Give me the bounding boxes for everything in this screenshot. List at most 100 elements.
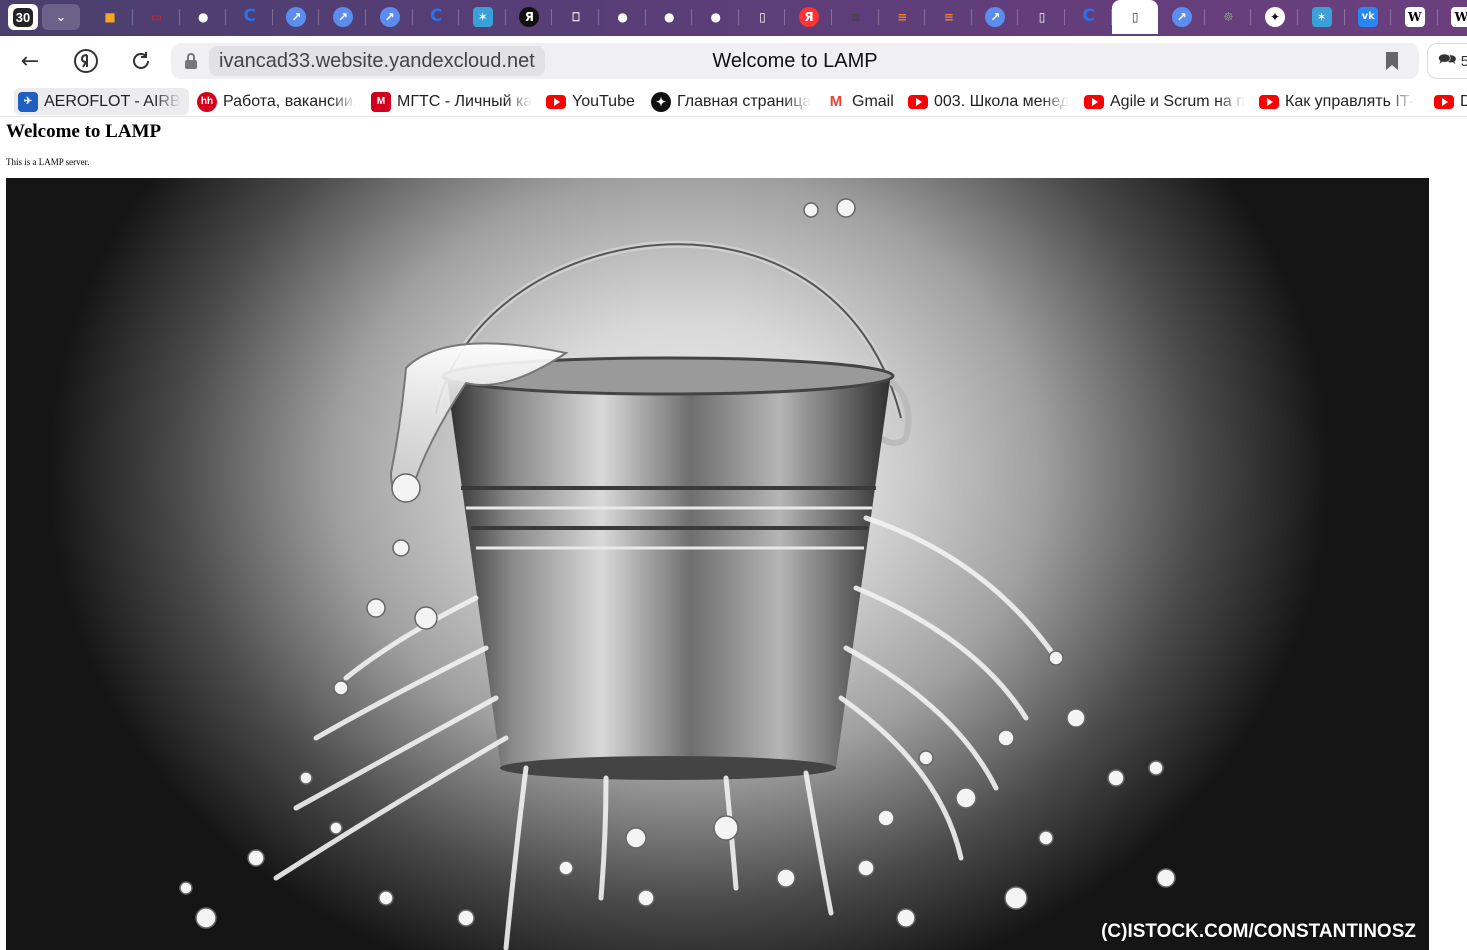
- youtube-icon: [1434, 94, 1454, 109]
- arrow-left-icon: ←: [20, 48, 40, 74]
- bookmark-item[interactable]: M Gmail: [822, 88, 898, 115]
- compass-icon: ↗: [333, 6, 353, 27]
- chevron-down-icon: ⌄: [55, 9, 67, 24]
- c-icon: C: [243, 6, 257, 26]
- browser-tab[interactable]: C: [1066, 0, 1112, 33]
- browser-tab[interactable]: ↗: [972, 0, 1019, 33]
- browser-tab[interactable]: ↗: [320, 0, 366, 33]
- vk-icon: vk: [1358, 6, 1379, 27]
- bookmark-item[interactable]: Как управлять IT-: [1255, 88, 1421, 115]
- browser-tab[interactable]: ≡: [879, 0, 926, 33]
- browser-tab[interactable]: C: [227, 0, 273, 33]
- compass-icon: ↗: [379, 6, 400, 27]
- c-icon: C: [1082, 6, 1095, 26]
- youtube-icon: [908, 94, 928, 109]
- browser-tab[interactable]: ✶: [1299, 0, 1345, 33]
- browser-tab[interactable]: ↗: [367, 0, 413, 33]
- lock-icon: [185, 53, 197, 69]
- compass-icon: ↗: [1171, 6, 1192, 27]
- comments-button[interactable]: 🗪 5: [1427, 43, 1467, 79]
- bookmark-item[interactable]: D: [1430, 88, 1467, 115]
- browser-tab[interactable]: ●: [180, 0, 227, 33]
- bookmark-item[interactable]: ✈ AEROFLOT - AIRB: [14, 88, 189, 115]
- omnibox-page-title: Welcome to LAMP: [712, 50, 878, 72]
- browser-tab[interactable]: ▯: [739, 0, 786, 33]
- browser-tab[interactable]: Я: [786, 0, 832, 33]
- browser-toolbar: ← ivancad33.website.yandexcloud.net Welc…: [0, 36, 1467, 86]
- browser-tab[interactable]: ↗: [273, 0, 320, 33]
- bookmark-label: Главная страница: [677, 92, 812, 110]
- browser-tab[interactable]: ▭: [134, 0, 180, 33]
- tab-counter-label: 30: [12, 7, 34, 27]
- leaking-bucket-image: (C)ISTOCK.COM/CONSTANTINOSZ: [6, 178, 1429, 950]
- url-text[interactable]: ivancad33.website.yandexcloud.net: [209, 46, 545, 76]
- bookmark-icon[interactable]: [1385, 51, 1399, 71]
- browser-tab[interactable]: ☸: [1205, 0, 1252, 33]
- browser-tab[interactable]: ↗: [1159, 0, 1205, 33]
- github-icon: ●: [710, 9, 722, 24]
- browser-tab[interactable]: Я: [506, 0, 553, 33]
- box-icon: ■: [104, 9, 116, 24]
- browser-tab[interactable]: ●: [646, 0, 693, 33]
- yandex-icon: Я: [799, 6, 819, 27]
- compass-icon: ↗: [985, 6, 1006, 27]
- c-icon: C: [429, 6, 443, 26]
- bookmark-item[interactable]: YouTube: [542, 88, 638, 115]
- monitor-icon: ▭: [150, 9, 163, 24]
- browser-tab[interactable]: ⎕: [553, 0, 599, 33]
- browser-tab[interactable]: C: [413, 0, 460, 33]
- comments-count: 5: [1460, 52, 1467, 70]
- page-heading: Welcome to LAMP: [6, 121, 162, 142]
- tab-counter-button[interactable]: 30: [8, 4, 38, 30]
- back-button[interactable]: ←: [14, 45, 46, 77]
- wikipedia-icon: W: [1451, 6, 1467, 27]
- yandex-home-button[interactable]: [70, 45, 102, 77]
- mgts-icon: M: [371, 91, 391, 112]
- bookmark-label: Agile и Scrum на п: [1110, 92, 1245, 110]
- youtube-icon: [1259, 94, 1279, 109]
- bookmark-label: Как управлять IT-: [1285, 92, 1415, 110]
- bookmark-item[interactable]: 003. Школа менед: [904, 88, 1070, 115]
- bucket-illustration: [179, 198, 1176, 950]
- yandex-icon: Я: [519, 6, 540, 27]
- page-icon: ▯: [759, 9, 766, 24]
- star-icon: ✦: [651, 91, 671, 112]
- youtube-icon: [546, 94, 566, 109]
- bookmark-label: Работа, вакансии,: [223, 92, 355, 110]
- tab-list-button[interactable]: ⌄: [42, 4, 80, 30]
- compass-icon: ↗: [286, 6, 307, 27]
- browser-tab[interactable]: ✶: [460, 0, 506, 33]
- browser-tab[interactable]: ■: [87, 0, 133, 33]
- stack-icon: ≡: [943, 9, 954, 24]
- bookmarks-bar: ✈ AEROFLOT - AIRB hh Работа, вакансии, M МГТС…: [0, 86, 1467, 117]
- browser-tab[interactable]: ✦: [1252, 0, 1298, 33]
- bookmark-item[interactable]: ✦ Главная страница: [647, 88, 813, 115]
- browser-tab[interactable]: ▯: [1019, 0, 1065, 33]
- browser-tab[interactable]: ●: [693, 0, 739, 33]
- browser-tab[interactable]: ≡: [833, 0, 879, 33]
- bookmark-label: D: [1460, 92, 1467, 110]
- browser-tab[interactable]: W: [1438, 0, 1467, 33]
- bookmark-item[interactable]: M МГТС - Личный ка: [367, 88, 532, 115]
- bookmark-label: Gmail: [852, 92, 894, 110]
- reload-button[interactable]: [125, 45, 157, 77]
- wikipedia-icon: W: [1404, 6, 1425, 27]
- address-bar[interactable]: ivancad33.website.yandexcloud.net Welcom…: [171, 43, 1419, 79]
- browser-tab[interactable]: W: [1392, 0, 1438, 33]
- page-content: Welcome to LAMP This is a LAMP server. (…: [0, 117, 1467, 950]
- browser-tab[interactable]: vk: [1345, 0, 1392, 33]
- youtube-icon: [1084, 94, 1104, 109]
- browser-tab[interactable]: ●: [600, 0, 646, 33]
- browser-tab[interactable]: ▯: [1112, 0, 1159, 34]
- bookmark-item[interactable]: hh Работа, вакансии,: [193, 88, 355, 115]
- tab-strip: 30 ⌄ ■ ▭ ● C ↗ ↗ ↗ C ✶ Я ⎕ ● ● ● ▯ Я ≡ ≡ ≡ ↗ ▯ C ▯ ↗ ☸ ✦ ✶ vk W W: [0, 0, 1467, 36]
- browser-tab[interactable]: ≡: [926, 0, 972, 33]
- page-icon: ▯: [1131, 10, 1139, 24]
- yandex-logo-icon: [74, 49, 98, 73]
- bookmark-label: МГТС - Личный ка: [397, 92, 532, 110]
- spider-icon: ☸: [1223, 9, 1234, 24]
- bookmark-item[interactable]: Agile и Scrum на п: [1080, 88, 1246, 115]
- bookmark-label: 003. Школа менед: [934, 92, 1070, 110]
- gmail-icon: M: [826, 91, 846, 112]
- bookmark-label: YouTube: [572, 92, 635, 110]
